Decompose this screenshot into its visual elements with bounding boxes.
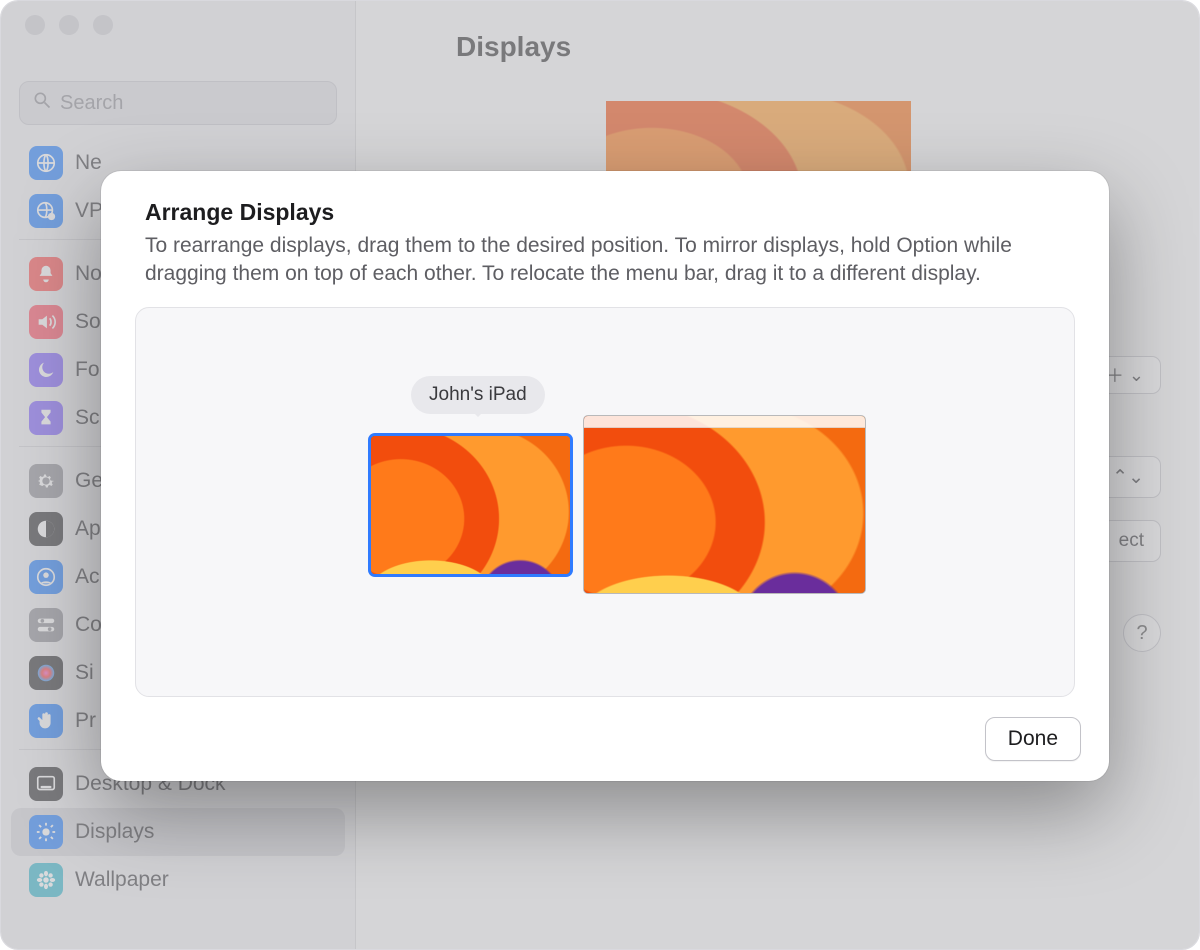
- menubar-indicator[interactable]: [584, 416, 865, 428]
- display-tooltip-label: John's iPad: [429, 384, 527, 405]
- arrange-displays-modal: Arrange Displays To rearrange displays, …: [101, 171, 1109, 781]
- display-tile-ipad[interactable]: [371, 436, 570, 574]
- wallpaper-preview: [584, 416, 865, 593]
- system-settings-window: Search NeVPNoSoFoScGeApAcCoSiPrDesktop &…: [0, 0, 1200, 950]
- arrange-area[interactable]: John's iPad: [135, 307, 1075, 697]
- modal-description: To rearrange displays, drag them to the …: [145, 232, 1065, 289]
- display-tile-main[interactable]: [584, 416, 865, 593]
- wallpaper-preview: [371, 436, 570, 574]
- display-tooltip: John's iPad: [411, 376, 545, 414]
- done-button-label: Done: [1008, 727, 1058, 750]
- done-button[interactable]: Done: [985, 717, 1081, 761]
- modal-title: Arrange Displays: [145, 199, 1075, 226]
